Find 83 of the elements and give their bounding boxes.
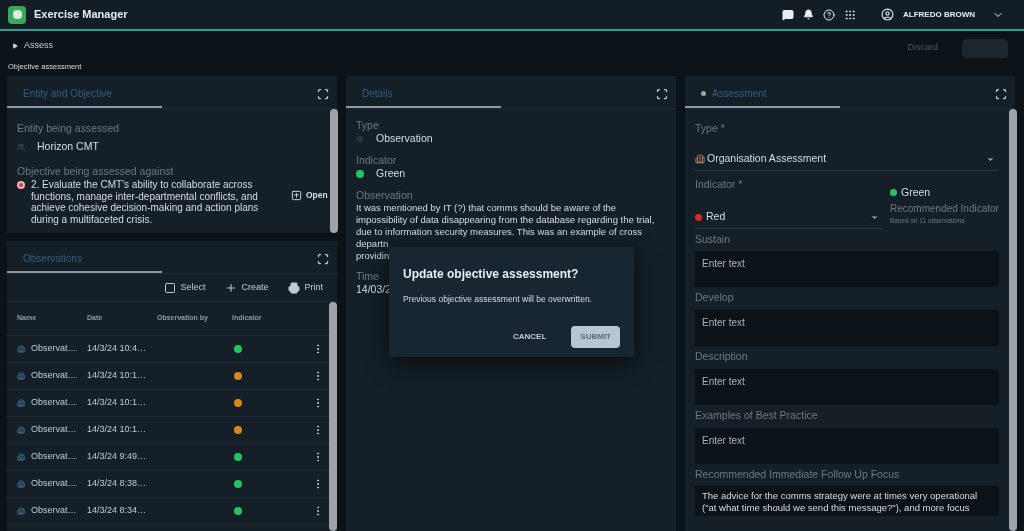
eye-icon xyxy=(356,134,364,143)
app-name: Exercise Manager xyxy=(34,7,128,23)
type-value: Observation xyxy=(376,132,433,145)
table-cell-text: 14/3/24 10:4… xyxy=(87,342,148,356)
app-logo-icon xyxy=(8,5,26,24)
table-cell: Observat… xyxy=(31,450,77,464)
table-cell-text: 14/3/24 8:34… xyxy=(87,504,148,518)
table-cell: Observat… xyxy=(31,423,77,437)
text-area[interactable]: Enter text xyxy=(695,427,999,464)
observation-text-line: impossibility of data disappearing from the database regarding the trial, xyxy=(356,214,655,226)
dialog-title: Update objective assessment? xyxy=(403,266,580,283)
group-icon xyxy=(17,142,25,151)
observation-row[interactable]: Observat… 14/3/24 10:1… xyxy=(7,417,329,444)
apps-grid-icon[interactable] xyxy=(844,8,856,21)
table-cell: Observat… xyxy=(31,369,77,383)
breadcrumb[interactable]: Assess xyxy=(24,39,53,53)
table-cell: Observat… xyxy=(31,396,77,410)
recommended-label: Recommended Indicator xyxy=(890,201,999,216)
field-label: Description xyxy=(695,349,749,364)
dialog-message: Previous objective assessment will be overwritten. xyxy=(403,293,593,306)
open-button[interactable]: Open xyxy=(291,189,328,202)
checkbox-icon xyxy=(164,281,177,294)
expand-caret-icon[interactable] xyxy=(12,42,18,49)
type-select[interactable]: Organisation Assessment xyxy=(695,148,999,171)
field-label: Recommended Immediate Follow Up Focus xyxy=(695,466,901,482)
scrollbar[interactable] xyxy=(329,302,337,531)
cancel-button[interactable]: CANCEL xyxy=(504,326,556,348)
table-cell: Observat… xyxy=(31,477,77,491)
field-label: Time xyxy=(356,270,379,283)
fullscreen-icon[interactable] xyxy=(317,253,329,265)
notification-icon[interactable] xyxy=(803,9,814,20)
building-icon xyxy=(695,154,705,165)
observation-text-line: It was mentioned by IT (?) that comms should be aware of the xyxy=(356,202,617,214)
target-icon xyxy=(17,181,25,190)
field-label: Develop xyxy=(695,290,735,306)
table-cell-text: 14/3/24 10:1… xyxy=(87,396,148,410)
observation-row[interactable]: Observat… 14/3/24 10:1… xyxy=(7,390,329,417)
table-cell-text: 14/3/24 8:38… xyxy=(87,477,148,491)
fullscreen-icon[interactable] xyxy=(656,88,668,100)
indicator-value: Green xyxy=(376,167,406,180)
table-cell: Observat… xyxy=(31,342,77,356)
observation-row[interactable]: Observat… 14/3/24 8:38… xyxy=(7,471,329,498)
observation-row[interactable]: Observat… 14/3/24 8:34… xyxy=(7,498,329,525)
toolbar-button[interactable]: Create xyxy=(225,280,269,295)
field-label: Sustain xyxy=(695,231,732,247)
table-cell: Observat… xyxy=(31,504,77,518)
user-name[interactable]: ALFREDO BROWN xyxy=(903,8,975,21)
scrollbar[interactable] xyxy=(1008,109,1017,531)
user-avatar-icon[interactable] xyxy=(881,8,894,21)
observation-row[interactable]: Observat… 14/3/24 10:1… xyxy=(7,363,329,390)
table-cell-text: 14/3/24 9:49… xyxy=(87,450,148,464)
fullscreen-icon[interactable] xyxy=(317,88,329,100)
fullscreen-icon[interactable] xyxy=(995,88,1007,100)
field-label: Objective being assessed against xyxy=(17,163,175,179)
field-label: Type * xyxy=(695,121,726,136)
observation-text-line: providin xyxy=(356,250,390,262)
chat-icon[interactable] xyxy=(782,8,794,21)
recommended-value: Green xyxy=(901,184,931,200)
field-label: Examples of Best Practice xyxy=(695,407,819,423)
open-icon xyxy=(291,190,302,202)
scrollbar[interactable] xyxy=(329,109,338,233)
field-label: Indicator * xyxy=(695,176,744,192)
toolbar-button[interactable]: Print xyxy=(288,280,323,295)
toolbar-button[interactable]: Select xyxy=(164,280,206,295)
observation-row[interactable]: Observat… 14/3/24 9:49… xyxy=(7,444,329,471)
indicator-select[interactable]: Red xyxy=(695,206,883,229)
help-icon[interactable] xyxy=(823,8,835,21)
field-label: Type xyxy=(356,119,379,132)
observation-text-line: departn xyxy=(356,238,389,250)
field-label: Indicator xyxy=(356,154,397,167)
plus-icon xyxy=(225,281,238,294)
table-cell-text: 14/3/24 10:1… xyxy=(87,369,148,383)
observation-row[interactable]: Observat… 14/3/24 10:4… xyxy=(7,336,329,363)
entity-value: Horizon CMT xyxy=(37,138,99,154)
observation-text-line: due to information security measures. This was an example of cross xyxy=(356,226,642,238)
objective-text: 2. Evaluate the CMT's ability to collaborate across functions, manage inter-departmental conflicts, and achieve cohesive decision-making and action plans during a multifaceted crisis. xyxy=(31,179,260,226)
text-area[interactable]: Enter text xyxy=(695,310,999,346)
text-area[interactable]: Enter text xyxy=(695,368,999,405)
text-area[interactable]: The advice for the comms strategy were at times very operational ("at what time should we send this message?"), and more focus xyxy=(695,486,999,517)
table-cell-text: 14/3/24 10:1… xyxy=(87,423,148,437)
field-label: Observation xyxy=(356,189,413,202)
field-label: Entity being assessed xyxy=(17,121,121,136)
text-area[interactable]: Enter text xyxy=(695,251,999,288)
